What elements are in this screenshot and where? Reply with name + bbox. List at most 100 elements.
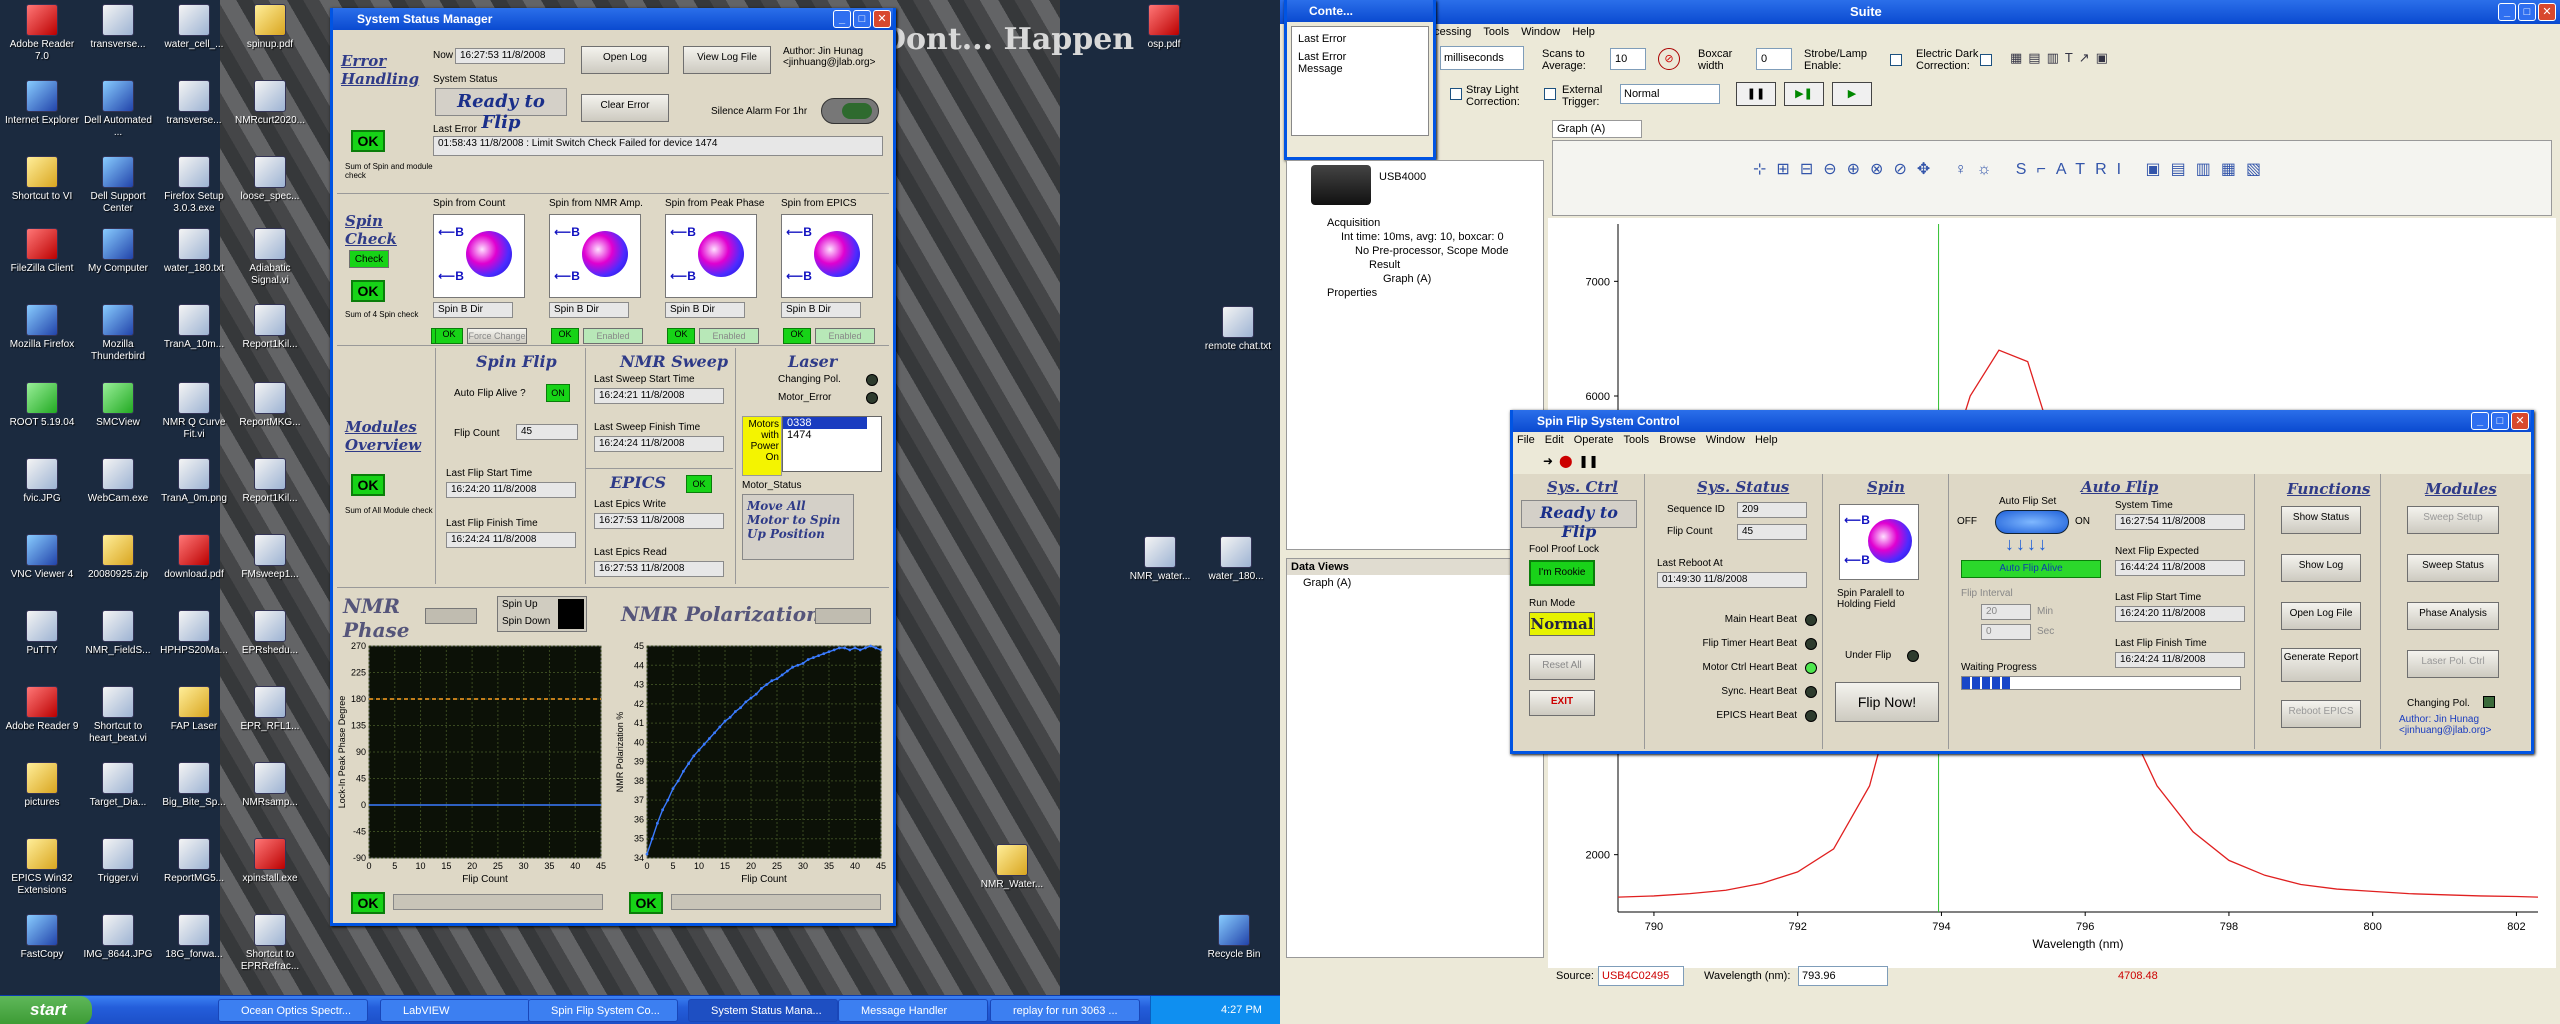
- desktop-icon[interactable]: TranA_0m.png: [156, 458, 232, 505]
- desktop-icon[interactable]: Firefox Setup 3.0.3.exe: [156, 156, 232, 215]
- minimize-icon[interactable]: _: [2498, 3, 2516, 21]
- desktop-icon[interactable]: Internet Explorer: [4, 80, 80, 127]
- plot-tools[interactable]: [815, 608, 871, 624]
- pause-icon[interactable]: ❚❚: [1579, 454, 1599, 468]
- pol-ok-button[interactable]: OK: [629, 892, 663, 914]
- sweep-setup-button[interactable]: Sweep Setup: [2407, 506, 2499, 534]
- phase-analysis-button[interactable]: Phase Analysis: [2407, 602, 2499, 630]
- abort-icon[interactable]: ⬤: [1559, 454, 1572, 468]
- stray-checkbox[interactable]: [1450, 88, 1462, 100]
- desktop-icon[interactable]: NMRcurt2020...: [232, 80, 308, 127]
- tree-item[interactable]: Properties: [1327, 287, 1377, 299]
- ext-trigger-checkbox[interactable]: [1544, 88, 1556, 100]
- desktop-icon[interactable]: Adobe Reader 9: [4, 686, 80, 733]
- close-icon[interactable]: ✕: [2511, 412, 2529, 430]
- desktop-icon[interactable]: water_180.txt: [156, 228, 232, 275]
- taskbar-button[interactable]: Message Handler: [838, 999, 988, 1022]
- desktop-icon[interactable]: Shortcut to VI: [4, 156, 80, 203]
- menu-window[interactable]: Window: [1521, 26, 1560, 46]
- desktop-icon[interactable]: Mozilla Firefox: [4, 304, 80, 351]
- tree-item[interactable]: Result: [1369, 259, 1400, 271]
- enabled-toggle[interactable]: Enabled: [699, 328, 759, 344]
- flip-now-button[interactable]: Flip Now!: [1835, 682, 1939, 722]
- desktop-icon[interactable]: FileZilla Client: [4, 228, 80, 275]
- generate-report-button[interactable]: Generate Report: [2281, 648, 2361, 682]
- maximize-icon[interactable]: □: [2491, 412, 2509, 430]
- desktop-icon[interactable]: FMsweep1...: [232, 534, 308, 581]
- clock[interactable]: 4:27 PM: [1221, 1004, 1262, 1016]
- desktop-icon[interactable]: Shortcut to EPRRefrac...: [232, 914, 308, 973]
- source-select[interactable]: USB4C02495: [1598, 966, 1684, 986]
- tree-item[interactable]: Int time: 10ms, avg: 10, boxcar: 0: [1341, 231, 1504, 243]
- desktop-icon[interactable]: ROOT 5.19.04: [4, 382, 80, 429]
- desktop-icon[interactable]: NMR_FieldS...: [80, 610, 156, 657]
- desktop-icon[interactable]: pictures: [4, 762, 80, 809]
- device-label[interactable]: USB4000: [1379, 171, 1426, 183]
- strobe-checkbox[interactable]: [1890, 54, 1902, 66]
- auto-flip-switch[interactable]: [1995, 510, 2069, 534]
- ssm-titlebar[interactable]: System Status Manager _ □ ✕: [333, 8, 893, 30]
- desktop-icon[interactable]: EPR_RFL1...: [232, 686, 308, 733]
- toolbar-icons[interactable]: ▦▤▥T↗▣: [2010, 50, 2110, 68]
- desktop-icon[interactable]: Big_Bite_Sp...: [156, 762, 232, 809]
- desktop-icon[interactable]: FastCopy: [4, 914, 80, 961]
- menu-browse[interactable]: Browse: [1659, 434, 1696, 446]
- menu-tools[interactable]: Tools: [1623, 434, 1649, 446]
- desktop-icon[interactable]: download.pdf: [156, 534, 232, 581]
- desktop-icon[interactable]: 20080925.zip: [80, 534, 156, 581]
- desktop-icon[interactable]: Dell Automated ...: [80, 80, 156, 139]
- desktop-icon[interactable]: My Computer: [80, 228, 156, 275]
- taskbar-button[interactable]: Spin Flip System Co...: [528, 999, 678, 1022]
- pause-button[interactable]: ❚❚: [1736, 82, 1776, 106]
- menu-edit[interactable]: Edit: [1545, 434, 1564, 446]
- desktop-icon[interactable]: Report1Kil...: [232, 304, 308, 351]
- enabled-toggle[interactable]: Enabled: [815, 328, 875, 344]
- menu-operate[interactable]: Operate: [1574, 434, 1614, 446]
- reboot-epics-button[interactable]: Reboot EPICS: [2281, 700, 2361, 728]
- desktop-icon[interactable]: PuTTY: [4, 610, 80, 657]
- desktop-icon[interactable]: SMCView: [80, 382, 156, 429]
- spin-check-button[interactable]: Check: [349, 250, 389, 268]
- desktop-icon[interactable]: loose_spec...: [232, 156, 308, 203]
- close-icon[interactable]: ✕: [873, 10, 891, 28]
- desktop-icon[interactable]: Shortcut to heart_beat.vi: [80, 686, 156, 745]
- dark-checkbox[interactable]: [1980, 54, 1992, 66]
- phase-ok-button[interactable]: OK: [351, 892, 385, 914]
- desktop-icon[interactable]: NMR_Water...: [974, 844, 1050, 891]
- plot-tools[interactable]: [425, 608, 477, 624]
- desktop-icon[interactable]: ReportMG5...: [156, 838, 232, 885]
- taskbar-button[interactable]: LabVIEW: [380, 999, 530, 1022]
- desktop-icon[interactable]: osp.pdf: [1126, 4, 1202, 51]
- show-status-button[interactable]: Show Status: [2281, 506, 2361, 534]
- desktop-icon[interactable]: HPHPS20Ma...: [156, 610, 232, 657]
- boxcar-input[interactable]: 0: [1756, 48, 1792, 70]
- menu-file[interactable]: File: [1517, 434, 1535, 446]
- desktop-icon[interactable]: Dell Support Center: [80, 156, 156, 215]
- desktop-icon[interactable]: water_180...: [1198, 536, 1274, 583]
- play-button[interactable]: ▶: [1832, 82, 1872, 106]
- stop-icon[interactable]: ⊘: [1658, 48, 1680, 70]
- tree-item[interactable]: Acquisition: [1327, 217, 1380, 229]
- units-select[interactable]: milliseconds: [1440, 46, 1524, 70]
- taskbar-button[interactable]: Ocean Optics Spectr...: [218, 999, 368, 1022]
- run-mode-select[interactable]: Normal: [1529, 612, 1595, 636]
- desktop-icon[interactable]: EPICS Win32 Extensions: [4, 838, 80, 897]
- run-arrow-icon[interactable]: ➜: [1543, 454, 1553, 468]
- graph-toolbar[interactable]: ⊹⊞⊟⊖⊕⊗⊘✥ ♀☼ S⌐ATRI ▣▤▥▦▧: [1552, 140, 2552, 216]
- desktop-icon[interactable]: NMR Q Curve Fit.vi: [156, 382, 232, 441]
- sfc-titlebar[interactable]: Spin Flip System Control _ □ ✕: [1513, 410, 2531, 432]
- list-item[interactable]: 1474: [783, 429, 881, 441]
- list-item[interactable]: 0338: [783, 417, 867, 429]
- exit-button[interactable]: EXIT: [1529, 690, 1595, 716]
- desktop-icon[interactable]: Trigger.vi: [80, 838, 156, 885]
- wavelength-input[interactable]: 793.96: [1798, 966, 1888, 986]
- tree-item[interactable]: No Pre-processor, Scope Mode: [1355, 245, 1508, 257]
- taskbar-button[interactable]: System Status Mana...: [688, 999, 838, 1022]
- laser-pol-ctrl-button[interactable]: Laser Pol. Ctrl: [2407, 650, 2499, 678]
- trigger-mode-select[interactable]: Normal: [1620, 84, 1720, 104]
- minimize-icon[interactable]: _: [2471, 412, 2489, 430]
- minimize-icon[interactable]: _: [833, 10, 851, 28]
- data-views-item[interactable]: Graph (A): [1287, 575, 1543, 591]
- oceanview-titlebar[interactable]: Suite _ □ ✕: [1280, 0, 2560, 24]
- content-titlebar[interactable]: Conte...: [1287, 0, 1433, 22]
